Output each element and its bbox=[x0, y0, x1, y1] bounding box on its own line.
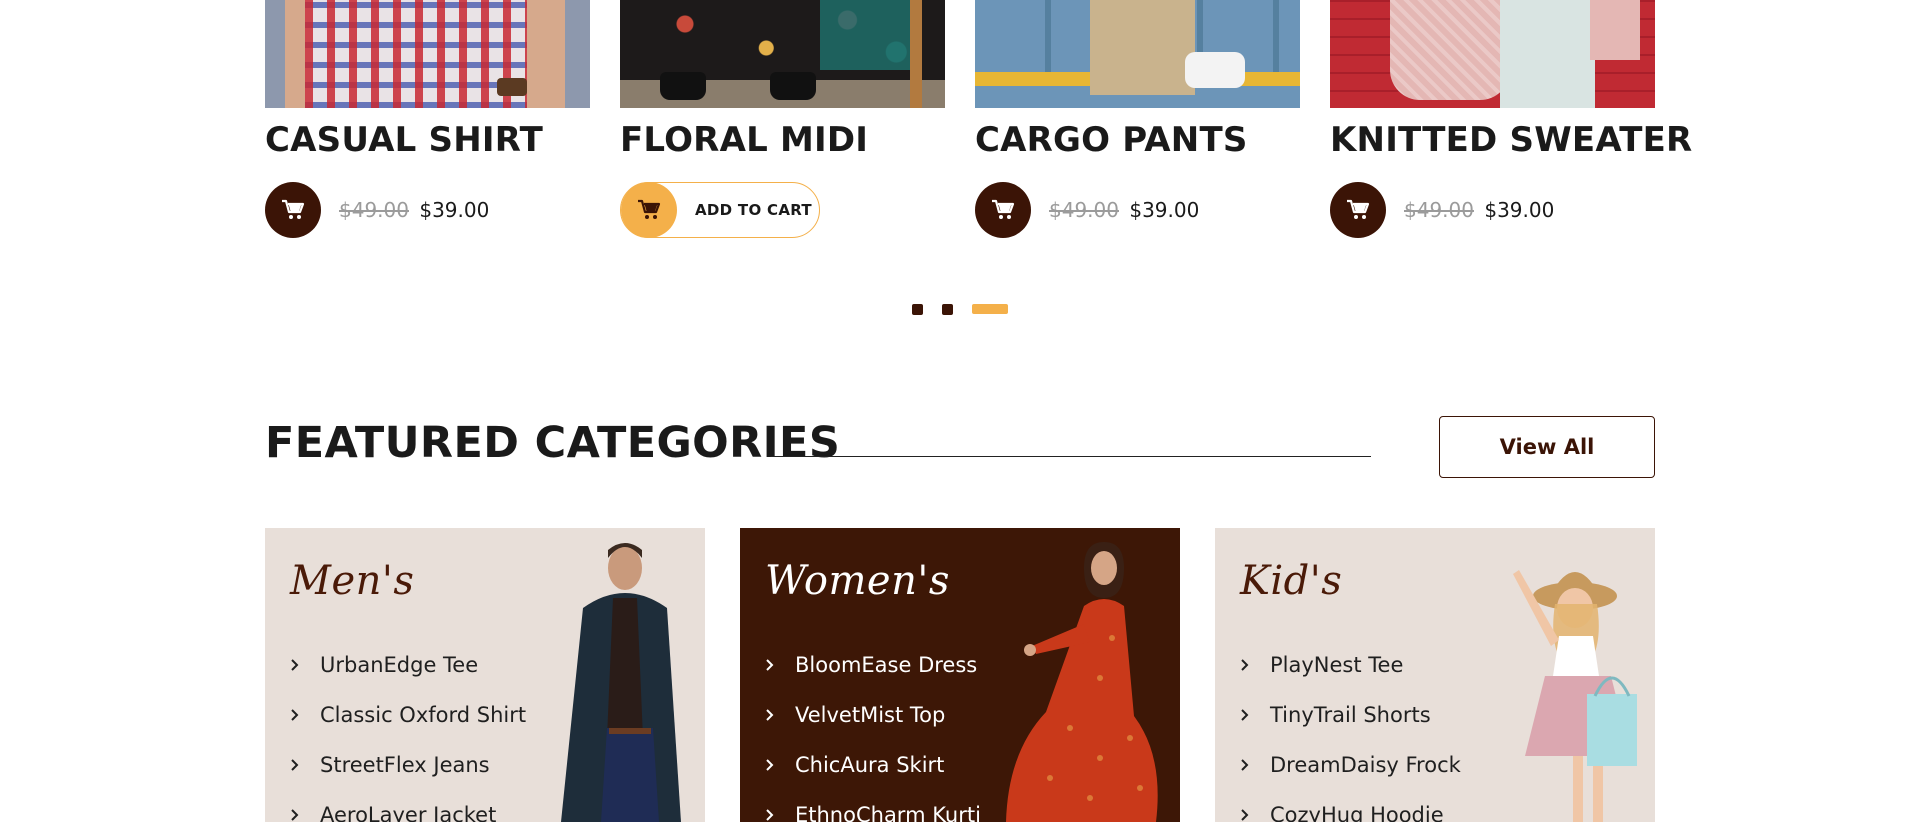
section-title: FEATURED CATEGORIES bbox=[265, 418, 841, 468]
product-image[interactable] bbox=[265, 0, 590, 108]
category-link-label: EthnoCharm Kurti bbox=[795, 803, 981, 822]
category-card-mens[interactable]: Men's UrbanEdge Tee Classic Oxford Shirt… bbox=[265, 528, 705, 822]
chevron-right-icon bbox=[290, 658, 320, 672]
add-to-cart-button[interactable]: ADD TO CART bbox=[620, 182, 820, 238]
woman-in-red-dress-image bbox=[1006, 542, 1158, 822]
product-card[interactable]: CASUAL SHIRT $49.00 $39.00 bbox=[265, 0, 590, 238]
chevron-right-icon bbox=[290, 758, 320, 772]
chevron-right-icon bbox=[765, 758, 795, 772]
product-price: $49.00 $39.00 bbox=[1049, 198, 1199, 222]
category-title[interactable]: Women's bbox=[765, 558, 950, 604]
chevron-right-icon bbox=[765, 708, 795, 722]
category-link[interactable]: BloomEase Dress bbox=[765, 640, 981, 690]
category-link[interactable]: DreamDaisy Frock bbox=[1240, 740, 1461, 790]
current-price: $39.00 bbox=[1484, 198, 1555, 222]
product-card[interactable]: KNITTED SWEATER $49.00 $39.00 bbox=[1330, 0, 1692, 238]
category-link[interactable]: EthnoCharm Kurti bbox=[765, 790, 981, 822]
category-links: UrbanEdge Tee Classic Oxford Shirt Stree… bbox=[290, 640, 526, 822]
category-links: PlayNest Tee TinyTrail Shorts DreamDaisy… bbox=[1240, 640, 1461, 822]
category-link[interactable]: VelvetMist Top bbox=[765, 690, 981, 740]
chevron-right-icon bbox=[1240, 658, 1270, 672]
product-price: $49.00 $39.00 bbox=[339, 198, 489, 222]
cart-icon bbox=[638, 199, 661, 219]
chevron-right-icon bbox=[290, 808, 320, 822]
view-all-button[interactable]: View All bbox=[1439, 416, 1655, 478]
product-title[interactable]: FLORAL MIDI bbox=[620, 120, 868, 160]
category-link[interactable]: PlayNest Tee bbox=[1240, 640, 1461, 690]
add-to-cart-button[interactable] bbox=[265, 182, 321, 238]
cart-icon bbox=[992, 199, 1015, 219]
old-price: $49.00 bbox=[339, 198, 409, 222]
category-link[interactable]: Classic Oxford Shirt bbox=[290, 690, 526, 740]
carousel-pagination bbox=[912, 303, 1008, 315]
pagination-dot-1[interactable] bbox=[912, 303, 923, 315]
category-card-kids[interactable]: Kid's PlayNest Tee TinyTrail Shorts Drea… bbox=[1215, 528, 1655, 822]
category-title[interactable]: Kid's bbox=[1240, 558, 1342, 604]
category-link-label: Classic Oxford Shirt bbox=[320, 703, 527, 727]
product-card[interactable]: FLORAL MIDI ADD TO CART bbox=[620, 0, 945, 238]
product-price: $49.00 $39.00 bbox=[1404, 198, 1554, 222]
current-price: $39.00 bbox=[1129, 198, 1200, 222]
category-link-label: AeroLayer Jacket bbox=[320, 803, 497, 822]
add-to-cart-button[interactable] bbox=[1330, 182, 1386, 238]
cart-icon bbox=[282, 199, 305, 219]
pagination-dot-3-active[interactable] bbox=[972, 304, 1008, 314]
chevron-right-icon bbox=[1240, 808, 1270, 822]
category-link-label: BloomEase Dress bbox=[795, 653, 978, 677]
old-price: $49.00 bbox=[1404, 198, 1474, 222]
chevron-right-icon bbox=[1240, 758, 1270, 772]
category-card-womens[interactable]: Women's BloomEase Dress VelvetMist Top C… bbox=[740, 528, 1180, 822]
category-link-label: TinyTrail Shorts bbox=[1270, 703, 1431, 727]
product-image[interactable] bbox=[1330, 0, 1655, 108]
title-divider bbox=[771, 456, 1371, 457]
cart-icon bbox=[1347, 199, 1370, 219]
chevron-right-icon bbox=[290, 708, 320, 722]
category-link[interactable]: AeroLayer Jacket bbox=[290, 790, 526, 822]
product-carousel: CASUAL SHIRT $49.00 $39.00 FLORAL MIDI A… bbox=[265, 0, 1692, 250]
chevron-right-icon bbox=[1240, 708, 1270, 722]
product-card[interactable]: CARGO PANTS $49.00 $39.00 bbox=[975, 0, 1300, 238]
category-link-label: StreetFlex Jeans bbox=[320, 753, 490, 777]
add-to-cart-button[interactable] bbox=[975, 182, 1031, 238]
category-link[interactable]: UrbanEdge Tee bbox=[290, 640, 526, 690]
category-title[interactable]: Men's bbox=[290, 558, 414, 604]
add-to-cart-label: ADD TO CART bbox=[695, 201, 812, 219]
category-link-label: CozyHug Hoodie bbox=[1270, 803, 1444, 822]
chevron-right-icon bbox=[765, 658, 795, 672]
product-image[interactable] bbox=[975, 0, 1300, 108]
category-link[interactable]: ChicAura Skirt bbox=[765, 740, 981, 790]
category-link-label: PlayNest Tee bbox=[1270, 653, 1404, 677]
pagination-dot-2[interactable] bbox=[942, 303, 953, 315]
category-link-label: DreamDaisy Frock bbox=[1270, 753, 1461, 777]
cart-icon-circle bbox=[621, 182, 677, 238]
category-link-label: ChicAura Skirt bbox=[795, 753, 945, 777]
category-link[interactable]: TinyTrail Shorts bbox=[1240, 690, 1461, 740]
current-price: $39.00 bbox=[419, 198, 490, 222]
product-image[interactable] bbox=[620, 0, 945, 108]
category-link[interactable]: StreetFlex Jeans bbox=[290, 740, 526, 790]
category-links: BloomEase Dress VelvetMist Top ChicAura … bbox=[765, 640, 981, 822]
product-title[interactable]: CARGO PANTS bbox=[975, 120, 1248, 160]
old-price: $49.00 bbox=[1049, 198, 1119, 222]
girl-with-shopping-bag-image bbox=[1513, 570, 1637, 822]
product-title[interactable]: CASUAL SHIRT bbox=[265, 120, 543, 160]
category-link[interactable]: CozyHug Hoodie bbox=[1240, 790, 1461, 822]
product-title[interactable]: KNITTED SWEATER bbox=[1330, 120, 1692, 160]
chevron-right-icon bbox=[765, 808, 795, 822]
man-in-coat-image bbox=[561, 543, 681, 822]
category-link-label: UrbanEdge Tee bbox=[320, 653, 479, 677]
category-link-label: VelvetMist Top bbox=[795, 703, 946, 727]
